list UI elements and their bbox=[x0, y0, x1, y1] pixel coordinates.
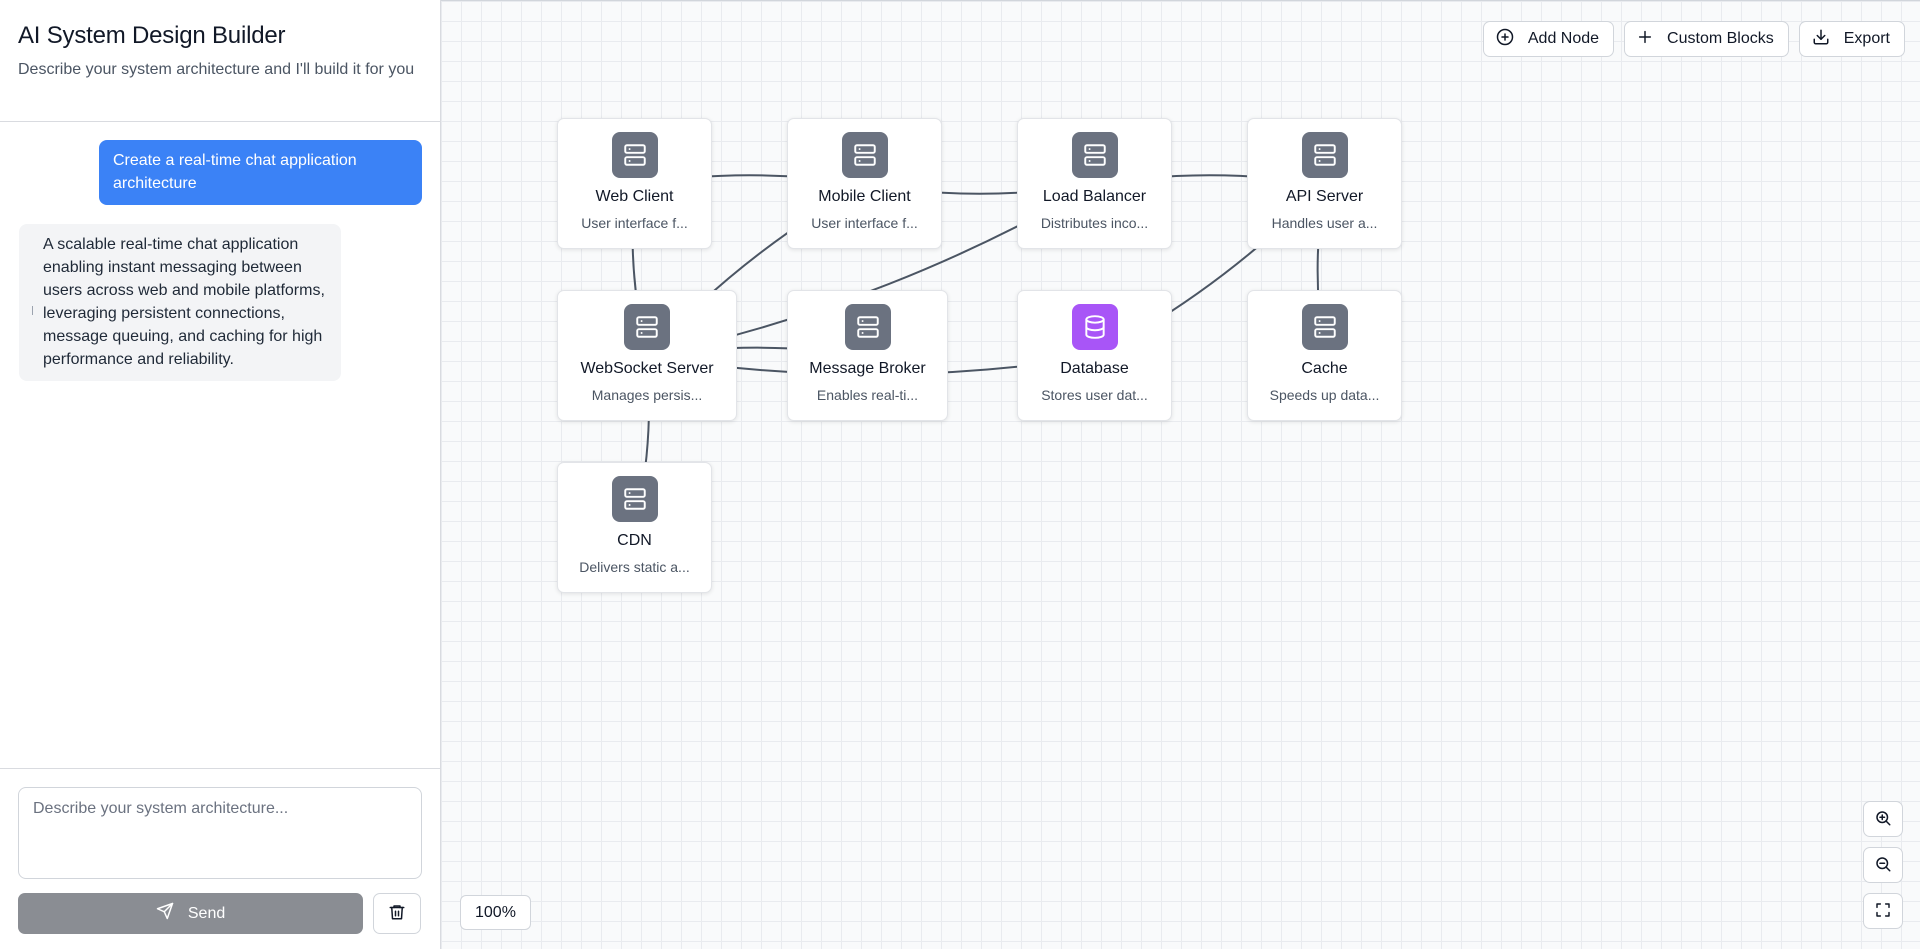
app-window: AI System Design Builder Describe your s… bbox=[0, 0, 1920, 949]
chat-history[interactable]: Create a real-time chat application arch… bbox=[0, 122, 440, 768]
node-api-server[interactable]: API Server Handles user a... bbox=[1247, 118, 1402, 249]
node-load-balancer[interactable]: Load Balancer Distributes inco... bbox=[1017, 118, 1172, 249]
zoom-out-icon bbox=[1874, 855, 1892, 876]
node-cdn[interactable]: CDN Delivers static a... bbox=[557, 462, 712, 593]
server-icon bbox=[1071, 132, 1118, 178]
canvas-toolbar: Add Node Custom Blocks Export bbox=[1482, 21, 1905, 57]
export-label: Export bbox=[1843, 30, 1890, 47]
node-title: Message Broker bbox=[809, 360, 926, 377]
zoom-out-button[interactable] bbox=[1863, 847, 1903, 883]
send-button[interactable]: Send bbox=[18, 893, 364, 934]
assistant-message: A scalable real-time chat application en… bbox=[19, 224, 341, 381]
node-mobile-client[interactable]: Mobile Client User interface f... bbox=[787, 118, 942, 249]
assistant-message-text: A scalable real-time chat application en… bbox=[43, 236, 325, 368]
node-description: Delivers static a... bbox=[579, 559, 690, 575]
fullscreen-icon bbox=[1875, 902, 1891, 921]
server-icon bbox=[611, 132, 658, 178]
node-description: Stores user dat... bbox=[1041, 387, 1148, 403]
zoom-controls bbox=[1863, 801, 1903, 929]
fit-view-button[interactable] bbox=[1863, 893, 1903, 929]
custom-blocks-button[interactable]: Custom Blocks bbox=[1624, 21, 1789, 57]
composer-actions: Send bbox=[18, 893, 421, 934]
paper-plane-icon bbox=[156, 902, 174, 925]
node-message-broker[interactable]: Message Broker Enables real-ti... bbox=[787, 290, 948, 421]
server-icon bbox=[611, 476, 658, 522]
trash-icon bbox=[388, 903, 406, 924]
server-icon bbox=[1301, 304, 1348, 350]
node-title: CDN bbox=[617, 532, 652, 549]
node-description: Speeds up data... bbox=[1269, 387, 1380, 403]
zoom-in-button[interactable] bbox=[1863, 801, 1903, 837]
text-cursor bbox=[32, 306, 33, 315]
add-node-button[interactable]: Add Node bbox=[1482, 21, 1615, 57]
node-description: Handles user a... bbox=[1271, 215, 1378, 231]
clear-chat-button[interactable] bbox=[373, 893, 421, 934]
export-button[interactable]: Export bbox=[1798, 21, 1905, 57]
node-description: Distributes inco... bbox=[1040, 215, 1149, 231]
add-node-label: Add Node bbox=[1527, 30, 1600, 47]
server-icon bbox=[844, 304, 891, 350]
zoom-level-indicator: 100% bbox=[460, 895, 531, 930]
node-title: Database bbox=[1060, 360, 1129, 377]
send-label: Send bbox=[187, 904, 226, 922]
node-title: Cache bbox=[1301, 360, 1348, 377]
diagram-canvas[interactable]: Add Node Custom Blocks Export Web Client… bbox=[441, 0, 1920, 949]
server-icon bbox=[624, 304, 670, 350]
node-title: Web Client bbox=[595, 188, 674, 205]
plus-icon bbox=[1637, 29, 1653, 50]
server-icon bbox=[1301, 132, 1348, 178]
app-title: AI System Design Builder bbox=[18, 22, 286, 49]
chat-sidebar: AI System Design Builder Describe your s… bbox=[0, 0, 441, 949]
node-description: Enables real-ti... bbox=[816, 387, 919, 403]
node-websocket-server[interactable]: WebSocket Server Manages persis... bbox=[557, 290, 737, 421]
sidebar-header: AI System Design Builder Describe your s… bbox=[0, 0, 440, 122]
node-cache[interactable]: Cache Speeds up data... bbox=[1247, 290, 1402, 421]
download-icon bbox=[1812, 28, 1830, 51]
node-description: User interface f... bbox=[811, 215, 918, 231]
node-title: Mobile Client bbox=[818, 188, 911, 205]
app-subtitle: Describe your system architecture and I'… bbox=[18, 61, 415, 78]
server-icon bbox=[841, 132, 888, 178]
node-database[interactable]: Database Stores user dat... bbox=[1017, 290, 1172, 421]
node-title: WebSocket Server bbox=[580, 360, 714, 377]
user-message: Create a real-time chat application arch… bbox=[99, 140, 422, 205]
node-title: Load Balancer bbox=[1042, 188, 1147, 205]
plus-circle-icon bbox=[1496, 28, 1514, 51]
node-description: Manages persis... bbox=[591, 387, 703, 403]
node-description: User interface f... bbox=[581, 215, 688, 231]
database-icon bbox=[1071, 304, 1118, 350]
architecture-prompt-input[interactable] bbox=[18, 787, 422, 879]
composer: Send bbox=[0, 768, 440, 949]
zoom-in-icon bbox=[1874, 809, 1892, 830]
node-title: API Server bbox=[1285, 188, 1364, 205]
node-web-client[interactable]: Web Client User interface f... bbox=[557, 118, 712, 249]
custom-blocks-label: Custom Blocks bbox=[1667, 30, 1774, 47]
